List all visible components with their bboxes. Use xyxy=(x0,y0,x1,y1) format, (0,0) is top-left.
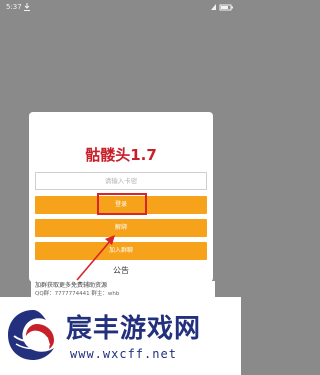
watermark-url: www.wxcff.net xyxy=(70,347,177,361)
watermark-banner: 宸丰游戏网 www.wxcff.net xyxy=(0,297,241,375)
status-bar: 5:37 xyxy=(0,0,241,14)
download-icon xyxy=(24,3,30,11)
login-dialog: 骷髅头1.7 请输入卡密 登录 解绑 加入群聊 公告 xyxy=(29,112,213,282)
battery-signal-icon xyxy=(211,4,233,11)
notice-text: 加群获取更多免费辅助资源 xyxy=(35,282,108,289)
status-time: 5:37 xyxy=(6,3,22,11)
dragon-logo-icon xyxy=(8,310,54,360)
notice-title: 公告 xyxy=(113,266,129,275)
watermark-name: 宸丰游戏网 xyxy=(66,314,202,344)
arrow-annotation xyxy=(76,235,115,281)
